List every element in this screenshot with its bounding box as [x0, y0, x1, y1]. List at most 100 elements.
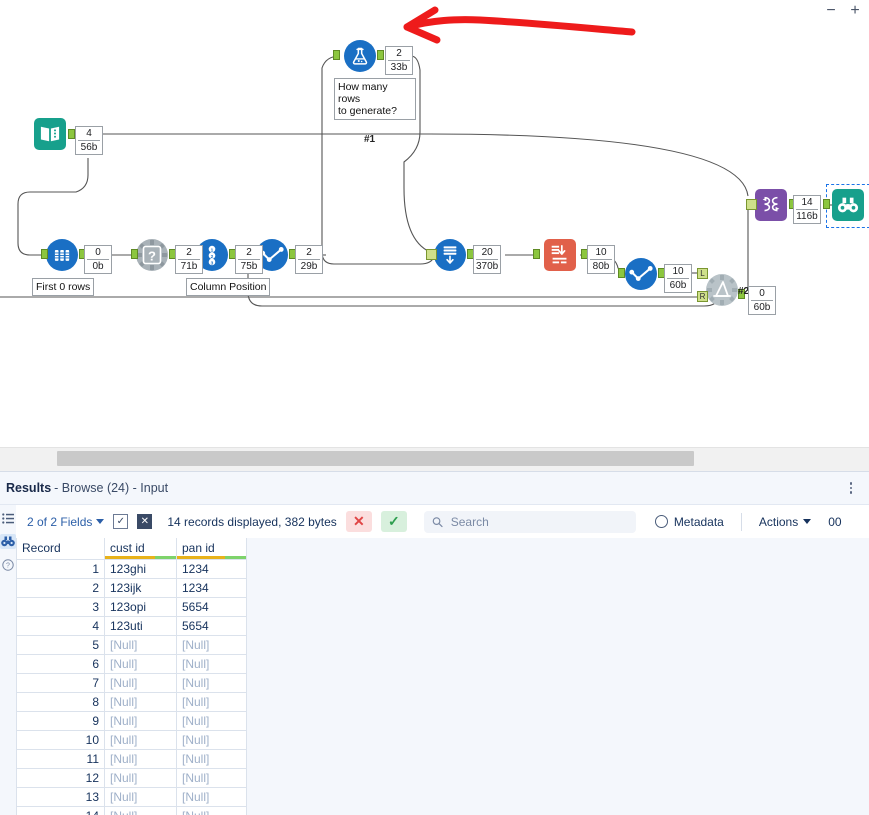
cell-record: 2 — [16, 577, 105, 598]
generate-rows-output-anchor[interactable] — [377, 50, 384, 60]
cell-record: 11 — [16, 748, 105, 769]
input-data-tool[interactable] — [34, 118, 66, 150]
question-gear-icon: ? — [136, 239, 168, 271]
scrollbar-thumb[interactable] — [57, 451, 694, 466]
zoom-in-button[interactable]: + — [843, 0, 867, 22]
workflow-canvas[interactable]: − + 4 56b 2 33b How many rows to generat… — [0, 0, 869, 445]
cell-cust-id: 123ghi — [104, 558, 177, 579]
toolbar-divider — [740, 512, 742, 531]
union-tool[interactable] — [434, 239, 466, 271]
column-header-record[interactable]: Record — [16, 538, 105, 560]
cell-record: 13 — [16, 786, 105, 807]
dynamic-rename-record-count: 2 71b — [175, 245, 203, 274]
transpose-input-anchor[interactable] — [533, 249, 540, 259]
help-icon[interactable]: ? — [0, 557, 16, 572]
browse-input-anchor[interactable] — [823, 199, 830, 209]
generate-rows-tool[interactable] — [344, 40, 376, 72]
cell-cust-id: 123opi — [104, 596, 177, 617]
actions-menu[interactable]: Actions — [758, 514, 812, 529]
table-row[interactable]: 3 123opi 5654 — [16, 596, 247, 617]
cell-pan-id: 5654 — [176, 596, 247, 617]
dna-transform-icon — [755, 189, 787, 221]
sample-input-anchor[interactable] — [41, 249, 48, 259]
results-title: Results — [6, 481, 52, 495]
metadata-radio-icon — [654, 515, 668, 528]
list-view-icon[interactable] — [0, 511, 16, 526]
cell-cust-id: 123ijk — [104, 577, 177, 598]
table-row[interactable]: 11 [Null] [Null] — [16, 748, 247, 769]
metadata-toggle[interactable]: Metadata — [654, 515, 724, 529]
transpose-tool[interactable] — [544, 239, 576, 271]
cancel-button[interactable]: ✕ — [345, 511, 372, 532]
filter-tool-b[interactable] — [625, 258, 657, 290]
deselect-all-fields-button[interactable]: ✕ — [137, 514, 153, 529]
data-cleanse-input-tag[interactable] — [746, 199, 757, 210]
zoom-controls: − + — [819, 0, 867, 22]
search-input-wrapper[interactable] — [423, 510, 636, 533]
sample-record-count: 0 0b — [84, 245, 112, 274]
results-table: Record cust id pan id 1 123ghi 1234 2 123ijk… — [16, 538, 247, 815]
table-row[interactable]: 13 [Null] [Null] — [16, 786, 247, 807]
table-row[interactable]: 6 [Null] [Null] — [16, 653, 247, 674]
column-header-cust-id[interactable]: cust id — [104, 538, 177, 560]
table-row[interactable]: 8 [Null] [Null] — [16, 691, 247, 712]
cell-cust-id: 123uti — [104, 615, 177, 636]
cust-id-type-bar — [105, 556, 176, 559]
results-more-menu-button[interactable] — [843, 479, 859, 497]
filter-b-record-count: 10 60b — [664, 264, 692, 293]
table-row[interactable]: 1 123ghi 1234 — [16, 558, 247, 579]
data-cleanse-tool[interactable] — [755, 189, 787, 221]
transpose-record-count: 10 80b — [587, 245, 615, 274]
table-row[interactable]: 5 [Null] [Null] — [16, 634, 247, 655]
table-row[interactable]: 9 [Null] [Null] — [16, 710, 247, 731]
input-data-record-count: 4 56b — [75, 126, 103, 155]
binoculars-icon[interactable] — [0, 534, 16, 549]
table-row[interactable]: 4 123uti 5654 — [16, 615, 247, 636]
join-left-input-tag[interactable]: L — [697, 268, 708, 279]
fields-selector-label: 2 of 2 Fields — [27, 514, 93, 529]
book-icon — [34, 118, 66, 150]
table-row[interactable]: 2 123ijk 1234 — [16, 577, 247, 598]
confirm-button[interactable]: ✓ — [380, 511, 407, 532]
zoom-out-button[interactable]: − — [819, 0, 843, 22]
search-input[interactable] — [448, 513, 628, 530]
results-grid[interactable]: Record cust id pan id 1 123ghi 1234 2 123ijk… — [16, 538, 869, 815]
fields-selector[interactable]: 2 of 2 Fields — [27, 514, 105, 529]
union-input-tag[interactable] — [426, 249, 437, 260]
pan-id-type-bar — [177, 556, 246, 559]
join-right-input-tag[interactable]: R — [697, 291, 708, 302]
cell-pan-id: [Null] — [176, 748, 247, 769]
actions-label: Actions — [758, 514, 799, 529]
dynamic-rename-input-anchor[interactable] — [131, 249, 138, 259]
table-row[interactable]: 12 [Null] [Null] — [16, 767, 247, 788]
generate-rows-input-anchor[interactable] — [333, 50, 340, 60]
svg-text:?: ? — [6, 562, 10, 569]
cell-cust-id: [Null] — [104, 767, 177, 788]
input-data-output-anchor[interactable] — [68, 129, 75, 139]
record-count-info: 14 records displayed, 382 bytes — [167, 514, 337, 529]
cell-record: 6 — [16, 653, 105, 674]
cell-pan-id: 5654 — [176, 615, 247, 636]
filter-b-input-anchor[interactable] — [618, 268, 625, 278]
table-header-row: Record cust id pan id — [16, 538, 247, 560]
chevron-down-icon — [96, 519, 105, 524]
cell-pan-id: [Null] — [176, 767, 247, 788]
join-tool[interactable] — [706, 274, 738, 306]
dynamic-rename-tool[interactable]: ? — [136, 239, 168, 271]
canvas-horizontal-scrollbar[interactable] — [0, 447, 869, 471]
cell-record: 4 — [16, 615, 105, 636]
red-arrow-annotation — [403, 6, 636, 44]
cell-pan-id: [Null] — [176, 710, 247, 731]
cell-pan-id: [Null] — [176, 786, 247, 807]
select-all-fields-button[interactable]: ✓ — [113, 514, 129, 529]
join-record-count: 0 60b — [748, 286, 776, 315]
browse-tool[interactable] — [832, 189, 864, 221]
table-row[interactable]: 7 [Null] [Null] — [16, 672, 247, 693]
results-side-rail: ? — [0, 505, 16, 815]
column-header-pan-id[interactable]: pan id — [176, 538, 247, 560]
cell-record: 12 — [16, 767, 105, 788]
sample-tool[interactable] — [46, 239, 78, 271]
cell-cust-id: [Null] — [104, 786, 177, 807]
cell-cust-id: [Null] — [104, 710, 177, 731]
table-row[interactable]: 10 [Null] [Null] — [16, 729, 247, 750]
